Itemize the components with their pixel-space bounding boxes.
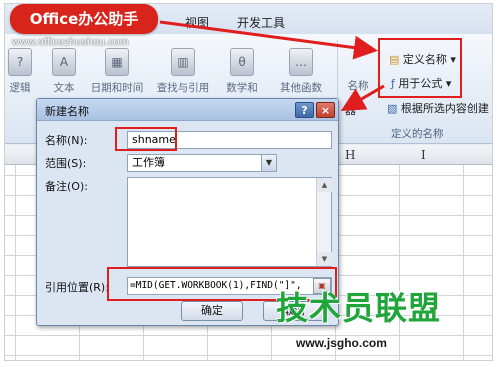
name-manager-label[interactable]: 器	[345, 102, 356, 118]
close-button[interactable]: ×	[316, 102, 335, 118]
comment-label: 备注(O):	[45, 180, 88, 193]
create-from-selection-icon: ▧	[387, 102, 398, 115]
watermark-url: www.jsgho.com	[296, 336, 387, 350]
ribbon-name-label: 名称	[347, 80, 369, 92]
create-from-selection-button[interactable]: ▧ 根据所选内容创建	[387, 100, 489, 116]
ribbon-math-label: 数学和	[226, 82, 258, 94]
book-icon: ▥	[171, 48, 195, 76]
ribbon-logic-label: 逻辑	[9, 82, 31, 94]
ok-button[interactable]: 确定	[181, 301, 243, 321]
help-button[interactable]: ?	[295, 102, 314, 118]
defined-names-group-label: 定义的名称	[391, 128, 444, 140]
comment-textarea[interactable]	[127, 177, 332, 267]
logo-url: www.officezhushou.com	[12, 36, 129, 48]
ribbon-name-manager-button[interactable]: 名称	[335, 78, 381, 93]
ribbon-text-button[interactable]: A 文本	[41, 48, 87, 95]
calendar-icon: ▦	[105, 48, 129, 76]
chevron-down-icon[interactable]: ▼	[261, 155, 276, 171]
column-header-i[interactable]: I	[421, 148, 426, 162]
more-functions-icon: …	[289, 48, 313, 76]
tab-developer[interactable]: 开发工具	[237, 14, 285, 31]
ribbon-lookup-label: 查找与引用	[156, 82, 210, 94]
dialog-title-bar[interactable]: 新建名称 ? ×	[37, 99, 338, 121]
logic-icon: ?	[8, 48, 32, 76]
ref-label: 引用位置(R):	[45, 281, 109, 294]
column-header-h[interactable]: H	[345, 148, 355, 162]
name-label: 名称(N):	[45, 134, 88, 147]
define-name-highlight	[378, 38, 462, 98]
ribbon-math-button[interactable]: θ 数学和	[219, 48, 265, 95]
comment-scrollbar[interactable]: ▲ ▼	[316, 178, 332, 266]
ribbon-lookup-button[interactable]: ▥ 查找与引用	[153, 48, 213, 95]
ribbon-datetime-label: 日期和时间	[90, 82, 144, 94]
ribbon-more-functions-button[interactable]: … 其他函数	[273, 48, 329, 95]
scope-select[interactable]: 工作簿	[127, 154, 277, 172]
name-highlight-box	[115, 127, 177, 151]
watermark-title: 技术员联盟	[276, 289, 442, 327]
tab-view[interactable]: 视图	[185, 14, 209, 31]
theta-icon: θ	[230, 48, 254, 76]
scroll-down-icon[interactable]: ▼	[317, 252, 332, 266]
text-icon: A	[52, 48, 76, 76]
ribbon-text-label: 文本	[53, 82, 75, 94]
create-from-selection-label: 根据所选内容创建	[400, 102, 489, 115]
ribbon-more-functions-label: 其他函数	[280, 82, 322, 94]
office-logo-badge: Office办公助手	[10, 4, 158, 34]
scroll-up-icon[interactable]: ▲	[317, 178, 332, 192]
ribbon-logic-button[interactable]: ? 逻辑	[5, 48, 43, 95]
scope-label: 范围(S):	[45, 157, 87, 170]
dialog-title: 新建名称	[45, 105, 89, 118]
ribbon-datetime-button[interactable]: ▦ 日期和时间	[89, 48, 145, 95]
